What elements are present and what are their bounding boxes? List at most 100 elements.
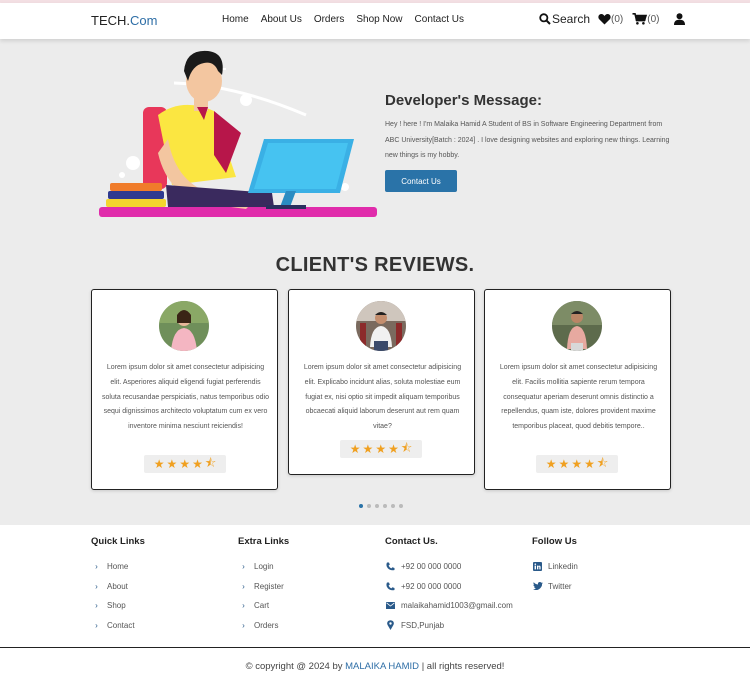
star-icon: ★ [349, 442, 361, 456]
pagination-dot[interactable] [367, 504, 371, 508]
pagination-dot[interactable] [391, 504, 395, 508]
footer-link-contact[interactable]: › Contact [91, 616, 145, 636]
chevron-right-icon: › [242, 620, 245, 630]
footer-link-cart[interactable]: › Cart [238, 596, 289, 616]
nav-link-shop[interactable]: Shop Now [356, 14, 402, 25]
carousel-pagination [359, 504, 403, 508]
rating-stars: ★ ★ ★ ★ ⯪ [144, 455, 226, 473]
star-icon: ★ [179, 457, 191, 471]
footer-extra-links: Extra Links › Login › Register › Cart › Orde… [238, 536, 289, 635]
chevron-right-icon: › [242, 562, 245, 572]
developer-message-title: Developer's Message: [385, 92, 542, 109]
footer-heading: Contact Us. [385, 536, 438, 547]
footer-link-login[interactable]: › Login [238, 557, 289, 577]
rating-stars: ★ ★ ★ ★ ⯪ [340, 440, 422, 458]
chevron-right-icon: › [95, 601, 98, 611]
phone-icon [385, 562, 396, 571]
brand-logo[interactable]: TECH.Com [91, 13, 157, 28]
avatar [356, 301, 406, 351]
footer-heading: Quick Links [91, 536, 145, 547]
brand-accent: Com [130, 13, 158, 28]
nav-menu: Home About Us Orders Shop Now Contact Us [222, 14, 464, 25]
star-icon: ★ [558, 457, 570, 471]
footer-link-orders[interactable]: › Orders [238, 616, 289, 636]
phone-icon [385, 582, 396, 591]
footer-link-register[interactable]: › Register [238, 577, 289, 597]
avatar [159, 301, 209, 351]
chevron-right-icon: › [95, 581, 98, 591]
footer-link-linkedin[interactable]: Linkedin [532, 557, 578, 577]
avatar [552, 301, 602, 351]
footer-link-shop[interactable]: › Shop [91, 596, 145, 616]
review-text: Lorem ipsum dolor sit amet consectetur a… [102, 364, 269, 431]
star-icon: ★ [545, 457, 557, 471]
cart-icon [632, 13, 648, 25]
star-icon: ★ [192, 457, 203, 471]
review-card: Lorem ipsum dolor sit amet consectetur a… [484, 289, 671, 490]
navbar: TECH.Com Home About Us Orders Shop Now C… [0, 3, 750, 39]
star-icon: ★ [153, 457, 165, 471]
star-icon: ★ [584, 457, 595, 471]
nav-actions: Search (0) (0) [539, 12, 691, 26]
star-icon: ★ [375, 442, 387, 456]
chevron-right-icon: › [95, 620, 98, 630]
chevron-right-icon: › [242, 581, 245, 591]
footer-email[interactable]: malaikahamid1003@gmail.com [385, 596, 513, 616]
cart-button[interactable]: (0) [632, 13, 660, 25]
pagination-dot[interactable] [383, 504, 387, 508]
star-half-icon: ⯪ [596, 455, 609, 470]
review-card: Lorem ipsum dolor sit amet consectetur a… [91, 289, 278, 490]
star-icon: ★ [166, 457, 178, 471]
footer-link-home[interactable]: › Home [91, 557, 145, 577]
chevron-right-icon: › [95, 562, 98, 572]
developer-illustration [99, 50, 377, 217]
developer-message-text: Hey ! here ! I'm Malaika Hamid A Student… [385, 121, 670, 159]
footer-heading: Extra Links [238, 536, 290, 547]
search-button[interactable]: Search [539, 12, 590, 26]
user-icon [673, 13, 685, 25]
chevron-right-icon: › [242, 601, 245, 611]
star-icon: ★ [362, 442, 374, 456]
pagination-dot[interactable] [375, 504, 379, 508]
user-button[interactable] [673, 13, 685, 25]
hero-section: Developer's Message: Hey ! here ! I'm Ma… [0, 39, 750, 525]
brand-main: TECH. [91, 13, 130, 28]
search-label: Search [552, 12, 591, 26]
map-pin-icon [385, 620, 396, 631]
copyright: © copyright @ 2024 by MALAIKA HAMID | al… [245, 661, 505, 672]
cart-count: (0) [647, 13, 660, 25]
footer-follow: Follow Us Linkedin Twitter [532, 536, 578, 596]
star-half-icon: ⯪ [204, 455, 217, 470]
footer-heading: Follow Us [532, 536, 577, 547]
pagination-dot[interactable] [399, 504, 403, 508]
footer-phone-1[interactable]: +92 00 000 0000 [385, 557, 513, 577]
star-icon: ★ [388, 442, 399, 456]
review-text: Lorem ipsum dolor sit amet consectetur a… [499, 364, 658, 431]
star-icon: ★ [571, 457, 583, 471]
footer: Quick Links › Home › About › Shop › Contact … [0, 525, 750, 647]
footer-phone-2[interactable]: +92 00 000 0000 [385, 577, 513, 597]
wishlist-count: (0) [611, 13, 624, 25]
nav-link-orders[interactable]: Orders [314, 14, 345, 25]
footer-link-about[interactable]: › About [91, 577, 145, 597]
rating-stars: ★ ★ ★ ★ ⯪ [536, 455, 618, 473]
star-half-icon: ⯪ [400, 440, 413, 455]
wishlist-button[interactable]: (0) [598, 13, 623, 25]
nav-link-about[interactable]: About Us [261, 14, 302, 25]
nav-link-home[interactable]: Home [222, 14, 249, 25]
reviews-title: CLIENT'S REVIEWS. [275, 254, 475, 276]
nav-link-contact[interactable]: Contact Us [415, 14, 464, 25]
heart-icon [598, 14, 611, 25]
author-link[interactable]: MALAIKA HAMID [345, 661, 419, 672]
footer-contact: Contact Us. +92 00 000 0000 +92 00 000 0… [385, 536, 513, 635]
footer-location[interactable]: FSD,Punjab [385, 616, 513, 636]
footer-divider [0, 647, 750, 648]
footer-link-twitter[interactable]: Twitter [532, 577, 578, 597]
pagination-dot[interactable] [359, 504, 363, 508]
footer-quick-links: Quick Links › Home › About › Shop › Contact [91, 536, 145, 635]
contact-us-button[interactable]: Contact Us [385, 170, 457, 192]
twitter-icon [532, 582, 543, 591]
review-card: Lorem ipsum dolor sit amet consectetur a… [288, 289, 475, 475]
search-icon [539, 13, 551, 25]
review-text: Lorem ipsum dolor sit amet consectetur a… [303, 364, 462, 431]
